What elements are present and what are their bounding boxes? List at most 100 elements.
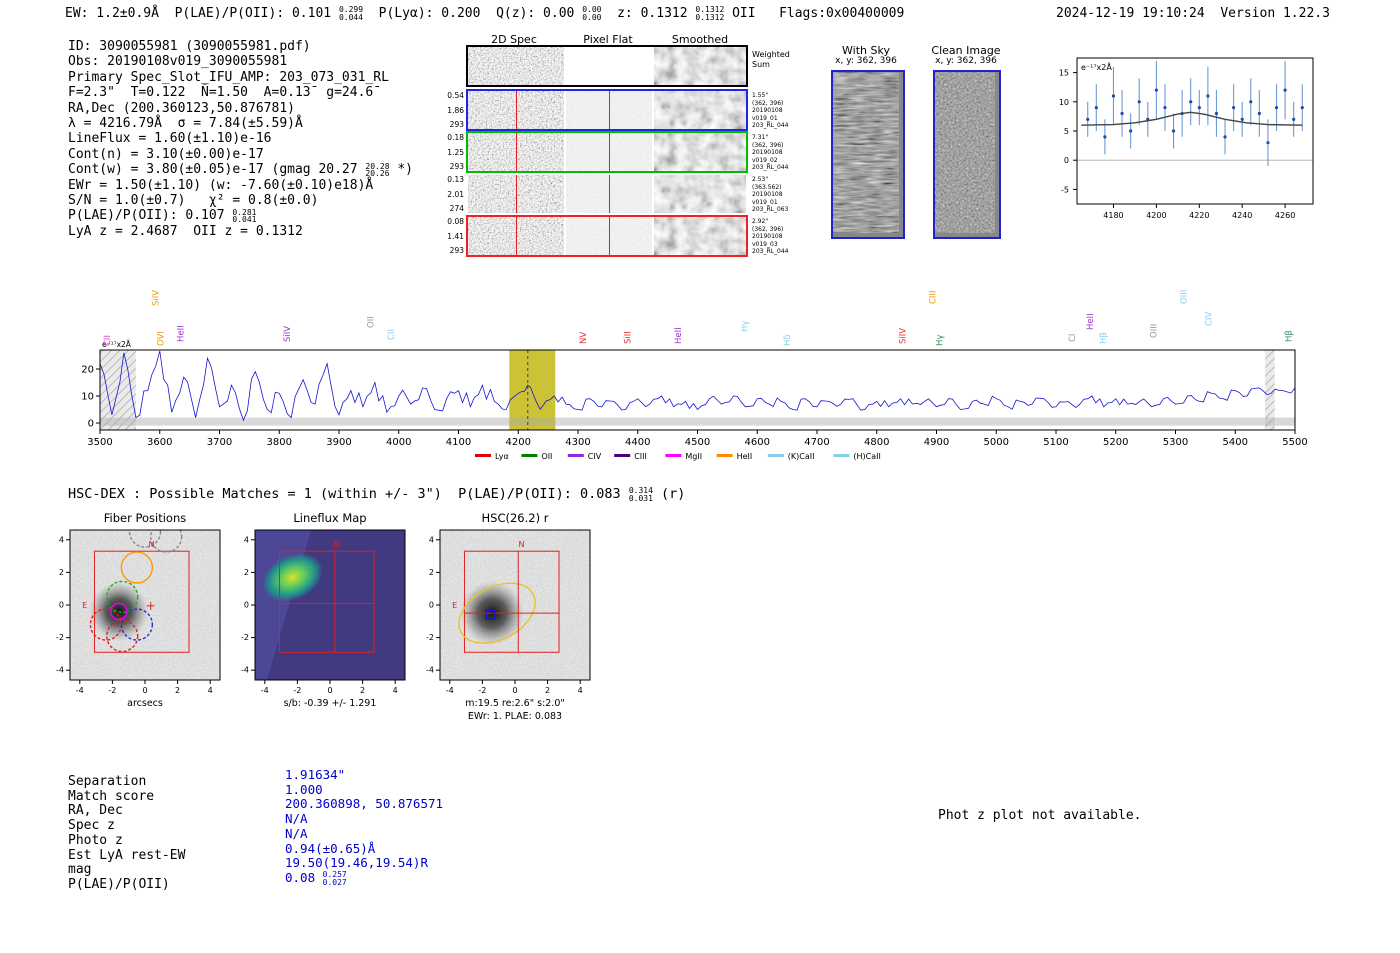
x-tick-label: -4 xyxy=(446,686,454,695)
fiber-annotation-line: 203_RL_044 xyxy=(752,248,789,256)
pixelflat-strip xyxy=(566,91,652,129)
with-sky-image xyxy=(831,70,905,239)
text-segment: EW: 1.2±0.9Å P(LAE)/P(OII): 0.101 xyxy=(65,6,339,21)
pixelflat-strip xyxy=(566,47,652,85)
emission-line-label: Hγ xyxy=(936,335,946,346)
data-point xyxy=(1086,117,1090,121)
fiber-annotation-line: v019_01 xyxy=(752,114,778,122)
x-tick-label: 4180 xyxy=(1103,211,1123,220)
text-segment: 0.08 xyxy=(285,869,323,885)
info-line: Cont(n) = 3.10(±0.00)e-17 xyxy=(68,147,413,162)
spec2d-strip xyxy=(468,217,564,255)
emission-line-label: SiIV xyxy=(283,326,293,342)
info-line: LyA z = 2.4687 OII z = 0.1312 xyxy=(68,224,413,239)
emission-line-label: CI xyxy=(1068,334,1078,342)
fiber-weight-value: 0.08 xyxy=(447,217,464,226)
strip-noise xyxy=(468,47,564,85)
fraction-bottom: 0.044 xyxy=(338,13,364,22)
info-line: RA,Dec (200.360123,50.876781) xyxy=(68,101,413,116)
y-tick-label: 2 xyxy=(429,568,434,577)
match-row-value: 0.94(±0.65)Å xyxy=(285,841,375,856)
text-segment: EWr = 1.50(±1.10) (w: -7.60(±0.10)e18)Å xyxy=(68,177,374,193)
spectrum-line xyxy=(99,350,1296,422)
fiber-annotation-line: 1.55" xyxy=(752,92,769,99)
x-tick-label: 0 xyxy=(327,686,332,695)
data-point xyxy=(1103,135,1107,139)
compass-east-label: E xyxy=(452,601,457,610)
data-point xyxy=(1137,100,1141,104)
compass-north-label: N xyxy=(519,540,525,549)
y-tick-label: 0 xyxy=(59,601,64,610)
x-tick-label: 3600 xyxy=(147,437,172,448)
fiber-annotation-line: (363.562) xyxy=(752,183,782,191)
fiber-cutout-row: 0.08 1.41 293 2.92" (362, 396) 20190108 v019_0… xyxy=(447,215,788,257)
y-tick-label: 5 xyxy=(1064,127,1069,136)
fiber-cutout-row: Weighted Sum xyxy=(466,45,790,87)
plot-frame xyxy=(1076,57,1314,205)
match-row-value: N/A xyxy=(285,811,308,826)
fiber-annotation: Weighted Sum xyxy=(752,50,790,70)
text-segment: z: 0.1312 xyxy=(601,6,696,21)
legend-swatch xyxy=(767,454,784,457)
x-tick-label: 0 xyxy=(512,686,517,695)
text-segment: P(LAE)/P(OII): 0.107 xyxy=(68,208,233,224)
match-row-value: 200.360898, 50.876571 xyxy=(285,796,443,811)
text-segment: 1.91634" xyxy=(285,767,346,782)
fiber-weight-value: 0.13 xyxy=(447,175,464,184)
photz-note: Phot z plot not available. xyxy=(938,808,1142,823)
data-point xyxy=(1163,106,1167,110)
text-segment: S/N = 1.0(±0.7) χ² = 0.8(±0.0) xyxy=(68,192,319,208)
legend-label: (H)CaII xyxy=(853,452,880,461)
emission-line-label: CII xyxy=(103,335,113,346)
text-segment: LyA z = 2.4687 OII z = 0.1312 xyxy=(68,223,303,239)
rect-mark xyxy=(654,175,746,213)
data-point xyxy=(1274,106,1279,110)
emission-line-label: NV xyxy=(579,332,589,344)
x-tick-label: 4240 xyxy=(1232,211,1252,220)
spec2d-strip xyxy=(468,175,564,213)
match-row-value: 1.91634" xyxy=(285,767,345,782)
spec2d-strip xyxy=(468,133,564,171)
text-segment: HSC-DEX : Possible Matches = 1 (within +… xyxy=(68,486,629,502)
fiber-cutout-row: 0.18 1.25 293 7.31" (362, 396) 20190108 v019_0… xyxy=(447,131,788,173)
fiber-annotation-line: 2.53" xyxy=(752,176,769,183)
cutout-title-fiber-positions: Fiber Positions xyxy=(103,511,187,525)
fiber-annotation: 7.31" (362, 396) 20190108 v019_02 203_RL_044 xyxy=(752,134,788,172)
x-tick-label: 4100 xyxy=(446,437,471,448)
emission-line-label: SiIV xyxy=(898,328,908,344)
fiber-annotation-line: 20190108 xyxy=(752,191,783,199)
emission-line-label: HeII xyxy=(674,327,684,344)
y-tick-label: 0 xyxy=(88,419,94,430)
legend-swatch xyxy=(614,454,631,457)
fiber-annotation-line: 20190108 xyxy=(752,107,783,115)
x-tick-label: 4900 xyxy=(924,437,949,448)
cutout-content: NE xyxy=(70,530,220,680)
emission-line-label: Hγ xyxy=(741,321,751,332)
y-tick-label: 2 xyxy=(244,568,249,577)
y-tick-label: -2 xyxy=(426,633,434,642)
text-segment: P(Lyα): 0.200 Q(z): 0.00 xyxy=(363,6,583,21)
hsc-match-summary: HSC-DEX : Possible Matches = 1 (within +… xyxy=(68,486,685,503)
data-point xyxy=(1171,129,1176,133)
data-point xyxy=(1223,135,1227,139)
emission-line-label: Hβ xyxy=(1099,332,1109,344)
match-row-label: Separation xyxy=(68,774,147,789)
x-tick-label: 4260 xyxy=(1275,211,1295,220)
fiber-annotation-line: 7.31" xyxy=(752,134,769,141)
x-tick-label: 4200 xyxy=(506,437,531,448)
strip-noise xyxy=(654,133,746,171)
smoothed-strip xyxy=(654,133,746,171)
strip-noise xyxy=(654,47,746,85)
smoothed-strip xyxy=(654,217,746,255)
data-point xyxy=(1257,111,1261,116)
fiber-annotation-line: 2.92" xyxy=(752,218,769,225)
cutout-content: N xyxy=(255,530,405,680)
x-tick-label: 4700 xyxy=(804,437,829,448)
header-timestamp-version: 2024-12-19 19:10:24 Version 1.22.3 xyxy=(1056,6,1330,21)
fiber-weight-labels: 0.54 1.86 293 xyxy=(438,91,464,129)
x-tick-label: 3900 xyxy=(326,437,351,448)
cutout-caption-sb: s/b: -0.39 +/- 1.291 xyxy=(283,698,377,709)
y-tick-label: 10 xyxy=(81,392,94,403)
legend-label: CIII xyxy=(634,452,647,461)
smoothed-strip xyxy=(654,175,746,213)
